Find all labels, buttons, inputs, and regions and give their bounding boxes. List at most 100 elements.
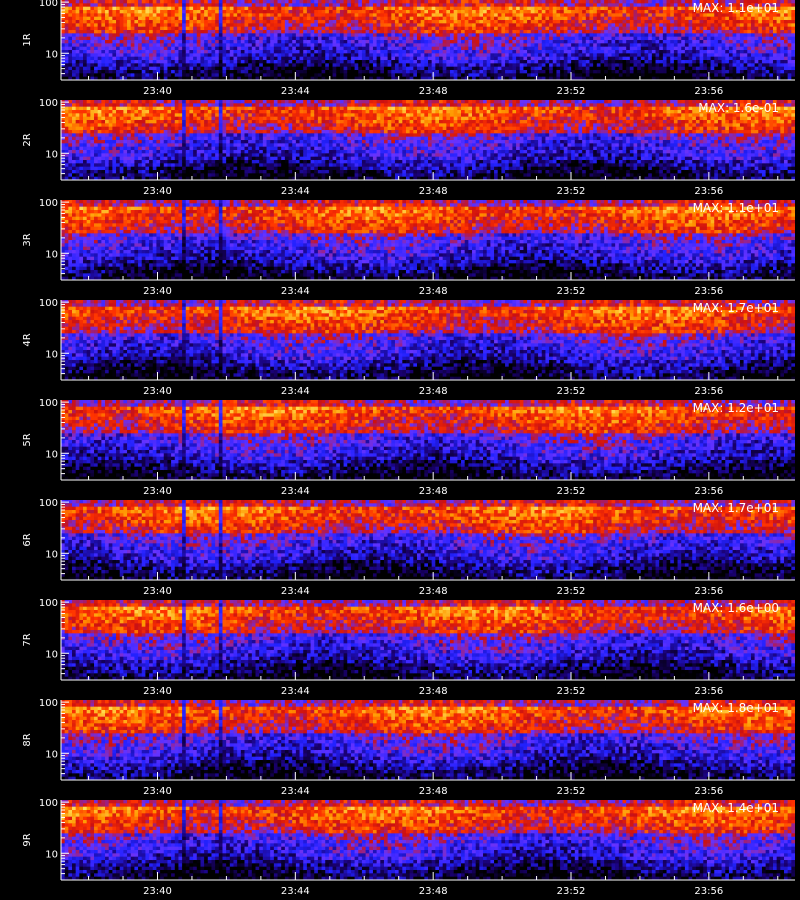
heat-cell: [508, 50, 513, 54]
heat-cell: [281, 30, 286, 34]
heat-cell: [431, 70, 436, 74]
heat-cell: [376, 3, 381, 8]
heat-cell: [130, 63, 135, 68]
heat-cell: [189, 66, 194, 71]
heat-cell: [141, 50, 146, 54]
heat-cell: [72, 130, 77, 134]
heat-cell: [604, 3, 609, 8]
heat-cell: [596, 53, 601, 58]
heat-cell: [211, 40, 216, 44]
heat-cell: [420, 20, 425, 24]
heat-cell: [413, 13, 418, 18]
heat-cell: [116, 6, 121, 11]
heat-cell: [464, 26, 469, 31]
heat-cell: [439, 10, 444, 14]
heat-cell: [383, 10, 389, 14]
heat-cell: [75, 140, 80, 144]
heat-cell: [640, 6, 645, 11]
heat-cell: [325, 20, 330, 24]
heat-cell: [68, 73, 73, 78]
heat-cell: [108, 50, 113, 54]
heat-cell: [171, 56, 176, 61]
heat-cell: [215, 3, 220, 8]
heat-cell: [567, 66, 572, 71]
heat-cell: [358, 50, 363, 54]
heat-cell: [266, 40, 271, 44]
heat-cell: [270, 0, 275, 4]
heat-cell: [266, 3, 271, 8]
heat-cell: [468, 3, 473, 8]
heat-cell: [585, 20, 590, 24]
heat-cell: [119, 23, 124, 28]
heat-cell: [692, 30, 697, 34]
heat-cell: [593, 63, 598, 68]
heat-cell: [750, 73, 756, 78]
heat-cell: [64, 46, 69, 51]
heat-cell: [72, 103, 77, 108]
heat-cell: [402, 56, 407, 61]
heat-cell: [516, 36, 521, 41]
heat-cell: [83, 46, 88, 51]
heat-cell: [424, 66, 429, 71]
heat-cell: [108, 0, 113, 4]
heat-cell: [218, 10, 223, 14]
heat-cell: [83, 13, 88, 18]
heat-cell: [787, 56, 792, 61]
heat-cell: [618, 20, 623, 24]
heat-cell: [684, 46, 689, 51]
heat-cell: [347, 53, 352, 58]
heat-cell: [589, 3, 594, 8]
heat-cell: [277, 23, 282, 28]
heat-cell: [127, 66, 132, 71]
heat-cell: [497, 53, 502, 58]
heat-cell: [754, 73, 759, 78]
heat-cell: [787, 66, 792, 71]
heat-cell: [435, 10, 440, 14]
heat-cell: [670, 66, 675, 71]
heat-cell: [145, 6, 150, 11]
heat-cell: [600, 16, 605, 21]
heat-cell: [420, 40, 425, 44]
heat-cell: [270, 66, 275, 71]
heat-cell: [387, 30, 392, 34]
heat-cell: [339, 50, 344, 54]
heat-cell: [163, 53, 168, 58]
heat-cell: [732, 20, 737, 24]
heat-cell: [585, 43, 590, 48]
heat-cell: [72, 70, 77, 74]
heat-cell: [266, 66, 271, 71]
heat-cell: [651, 50, 656, 54]
heat-cell: [615, 6, 620, 11]
heat-cell: [743, 33, 748, 38]
heat-cell: [420, 50, 425, 54]
heat-cell: [233, 70, 238, 74]
heat-cell: [545, 6, 550, 11]
heat-cell: [196, 70, 201, 74]
heat-cell: [600, 70, 605, 74]
heat-cell: [780, 56, 785, 61]
heat-cell: [600, 73, 605, 78]
heat-cell: [259, 40, 264, 44]
heat-cell: [193, 66, 198, 71]
heat-cell: [648, 73, 653, 78]
heat-cell: [339, 70, 344, 74]
heat-cell: [589, 6, 594, 11]
heat-cell: [284, 66, 289, 71]
heat-cell: [398, 46, 403, 51]
heat-cell: [457, 63, 462, 68]
heat-cell: [347, 10, 352, 14]
heat-cell: [747, 20, 752, 24]
heat-cell: [662, 33, 667, 38]
heat-cell: [369, 0, 374, 4]
heat-cell: [262, 33, 267, 38]
heat-cell: [439, 66, 444, 71]
heat-cell: [90, 30, 95, 34]
heat-cell: [552, 56, 557, 61]
heat-cell: [699, 60, 704, 64]
heat-cell: [732, 23, 737, 28]
heat-cell: [659, 43, 664, 48]
heat-cell: [692, 33, 697, 38]
heat-cell: [523, 3, 528, 8]
heat-cell: [152, 36, 157, 41]
heat-cell: [505, 66, 510, 71]
